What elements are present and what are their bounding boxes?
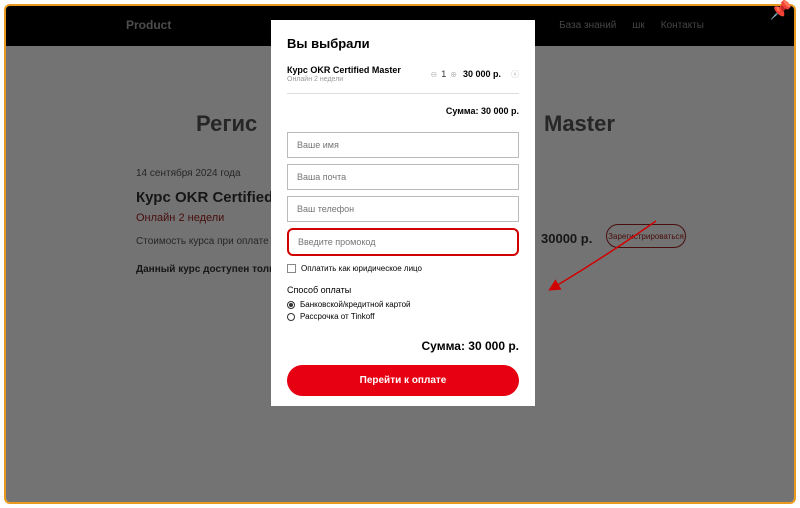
- email-input[interactable]: [287, 164, 519, 190]
- radio-label: Банковской/кредитной картой: [300, 300, 411, 309]
- payment-option-card[interactable]: Банковской/кредитной картой: [287, 300, 519, 309]
- subtotal: Сумма: 30 000 р.: [287, 106, 519, 116]
- checkbox-label: Оплатить как юридическое лицо: [301, 264, 422, 273]
- radio-icon[interactable]: [287, 301, 295, 309]
- qty-plus-icon[interactable]: ⊕: [450, 70, 457, 79]
- product-price: 30 000 р.: [463, 69, 501, 79]
- radio-label: Рассрочка от Tinkoff: [300, 312, 374, 321]
- qty-value: 1: [441, 69, 446, 79]
- total-sum: Сумма: 30 000 р.: [287, 339, 519, 353]
- checkbox-icon[interactable]: [287, 264, 296, 273]
- radio-icon[interactable]: [287, 313, 295, 321]
- screenshot-frame: Product База знаний шк Контакты Регис Ma…: [4, 4, 796, 504]
- product-row: Курс OKR Certified Master Онлайн 2 недел…: [287, 65, 519, 94]
- payment-method-label: Способ оплаты: [287, 285, 519, 295]
- phone-input[interactable]: [287, 196, 519, 222]
- modal-title: Вы выбрали: [287, 36, 519, 51]
- remove-icon[interactable]: ⓧ: [511, 69, 519, 80]
- pushpin-icon: 📌: [770, 0, 792, 21]
- product-name: Курс OKR Certified Master Онлайн 2 недел…: [287, 65, 425, 83]
- legal-entity-checkbox-row[interactable]: Оплатить как юридическое лицо: [287, 264, 519, 273]
- product-subtitle: Онлайн 2 недели: [287, 76, 425, 83]
- payment-option-tinkoff[interactable]: Рассрочка от Tinkoff: [287, 312, 519, 321]
- promo-input[interactable]: [287, 228, 519, 256]
- qty-minus-icon[interactable]: ⊖: [431, 70, 438, 79]
- name-input[interactable]: [287, 132, 519, 158]
- checkout-modal: Вы выбрали Курс OKR Certified Master Онл…: [271, 20, 535, 406]
- pay-button[interactable]: Перейти к оплате: [287, 365, 519, 396]
- quantity-control: ⊖ 1 ⊕: [431, 69, 457, 79]
